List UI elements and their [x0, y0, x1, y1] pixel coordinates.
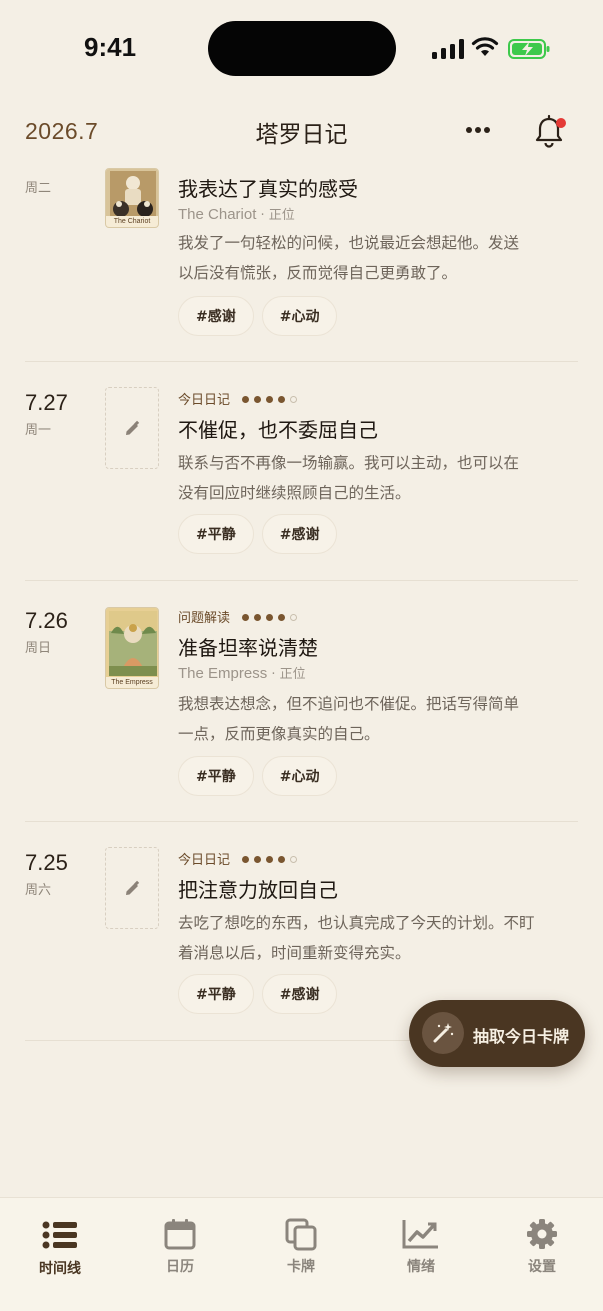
entry-meta: 今日日记: [178, 848, 302, 868]
entry-type: 今日日记: [178, 853, 231, 868]
tag-list: #平静 #心动: [178, 756, 345, 796]
entry-type: 今日日记: [178, 393, 231, 408]
tag-list: #平静 #感谢: [178, 514, 345, 554]
diary-entry[interactable]: 7.27 周一 今日日记 不催促，也不委屈自己 联系与否不再像一场输赢。我可以主…: [0, 387, 603, 581]
card-thumbnail-label: The Chariot: [106, 216, 158, 227]
entry-body: 我发了一句轻松的问候，也说最近会想起他。发送 以后没有慌张，反而觉得自己更勇敢了…: [178, 228, 578, 288]
app-header: 2026.7 塔罗日记: [0, 100, 603, 160]
tarot-card-thumbnail[interactable]: The Empress: [105, 607, 159, 689]
status-time: 9:41: [84, 32, 137, 62]
entry-weekday: 周二: [25, 181, 52, 196]
trend-chart-icon: [402, 1220, 438, 1249]
entry-body-line: 去吃了想吃的东西，也认真完成了今天的计划。不盯: [178, 914, 535, 932]
entry-title: 不催促，也不委屈自己: [178, 418, 378, 442]
divider: [25, 580, 578, 581]
tag-list: #感谢 #心动: [178, 296, 345, 336]
tab-label: 卡牌: [287, 1259, 315, 1275]
draw-daily-card-button[interactable]: 抽取今日卡牌: [409, 1000, 585, 1067]
rating-dots: [242, 607, 302, 626]
card-orientation: · 正位: [256, 208, 295, 223]
entry-body-line: 一点，反而更像真实的自己。: [178, 725, 380, 743]
card-orientation: · 正位: [267, 667, 306, 682]
empty-card-slot[interactable]: [105, 847, 159, 929]
tag-chip[interactable]: #平静: [178, 974, 254, 1014]
battery-charging-icon: [508, 39, 550, 59]
diary-entry[interactable]: 7.26 周日 The Empress 问题解读 准备坦率说清楚 The Emp…: [0, 605, 603, 822]
tab-label: 情绪: [407, 1259, 435, 1275]
wifi-icon: [471, 37, 499, 56]
notification-badge: [556, 118, 566, 128]
entry-meta: 今日日记: [178, 388, 302, 408]
tab-mood[interactable]: 情绪: [376, 1220, 466, 1276]
rating-dots: [242, 389, 302, 408]
entry-date: 7.27: [25, 390, 68, 415]
tag-chip[interactable]: #心动: [261, 296, 338, 336]
tag-chip[interactable]: #平静: [178, 756, 254, 796]
divider: [25, 361, 578, 362]
tab-bar: 时间线 日历 卡牌 情绪 设置: [0, 1197, 603, 1311]
entry-title: 我表达了真实的感受: [178, 177, 358, 201]
entry-body: 去吃了想吃的东西，也认真完成了今天的计划。不盯 着消息以后，时间重新变得充实。: [178, 908, 578, 968]
tab-cards[interactable]: 卡牌: [256, 1218, 346, 1276]
entry-type: 问题解读: [178, 611, 231, 626]
entry-body-line: 我想表达想念，但不追问也不催促。把话写得简单: [178, 695, 520, 713]
entry-date: 7.26: [25, 608, 68, 633]
empty-card-slot[interactable]: [105, 387, 159, 469]
tab-timeline[interactable]: 时间线: [15, 1220, 105, 1278]
card-name-text: The Empress: [178, 665, 268, 682]
entry-title: 把注意力放回自己: [178, 878, 338, 902]
tag-list: #平静 #感谢: [178, 974, 345, 1014]
diary-entry[interactable]: 周二 The Chariot 我表达了真实的感受 The Chariot · 正…: [0, 160, 603, 362]
entry-weekday: 周一: [25, 423, 52, 438]
entry-body-line: 我发了一句轻松的问候，也说最近会想起他。发送: [178, 234, 520, 252]
more-button[interactable]: [466, 125, 494, 137]
tag-chip[interactable]: #感谢: [178, 296, 254, 336]
card-name: The Empress · 正位: [178, 663, 306, 682]
divider: [25, 821, 578, 822]
page-title: 塔罗日记: [255, 122, 348, 148]
cellular-signal-icon: [432, 39, 464, 59]
card-thumbnail-label: The Empress: [106, 677, 158, 688]
entry-body: 我想表达想念，但不追问也不催促。把话写得简单 一点，反而更像真实的自己。: [178, 689, 578, 749]
dynamic-island: [208, 21, 396, 76]
tab-calendar[interactable]: 日历: [135, 1219, 225, 1276]
entry-date: 7.25: [25, 850, 68, 875]
entry-body-line: 着消息以后，时间重新变得充实。: [178, 944, 411, 962]
entry-body-line: 以后没有慌张，反而觉得自己更勇敢了。: [178, 264, 458, 282]
tab-label: 日历: [166, 1259, 194, 1275]
entry-title: 准备坦率说清楚: [178, 636, 318, 660]
magic-wand-icon: [422, 1012, 464, 1054]
entry-weekday: 周日: [25, 641, 52, 656]
calendar-icon: [164, 1219, 196, 1250]
tag-chip[interactable]: #平静: [178, 514, 254, 554]
rating-dots: [242, 849, 302, 868]
card-name-text: The Chariot: [178, 206, 257, 223]
tarot-card-thumbnail[interactable]: The Chariot: [105, 168, 159, 228]
notification-button[interactable]: [534, 114, 566, 150]
tag-chip[interactable]: #心动: [261, 756, 338, 796]
gear-icon: [527, 1219, 557, 1249]
pencil-icon: [126, 420, 140, 435]
tab-label: 设置: [528, 1259, 556, 1275]
card-name: The Chariot · 正位: [178, 204, 295, 223]
entry-weekday: 周六: [25, 883, 52, 898]
pencil-icon: [126, 880, 140, 895]
cards-icon: [285, 1218, 317, 1251]
tag-chip[interactable]: #感谢: [261, 974, 338, 1014]
tag-chip[interactable]: #感谢: [261, 514, 338, 554]
entry-body-line: 联系与否不再像一场输赢。我可以主动，也可以在: [178, 454, 520, 472]
list-icon: [42, 1221, 77, 1249]
entry-body: 联系与否不再像一场输赢。我可以主动，也可以在 没有回应时继续照顾自己的生活。: [178, 448, 578, 508]
entry-meta: 问题解读: [178, 606, 302, 626]
fab-label: 抽取今日卡牌: [473, 1027, 570, 1046]
tab-settings[interactable]: 设置: [497, 1219, 587, 1276]
entry-body-line: 没有回应时继续照顾自己的生活。: [178, 484, 411, 502]
status-bar: 9:41: [0, 0, 603, 90]
more-icon: [466, 127, 472, 133]
tab-label: 时间线: [39, 1261, 81, 1277]
